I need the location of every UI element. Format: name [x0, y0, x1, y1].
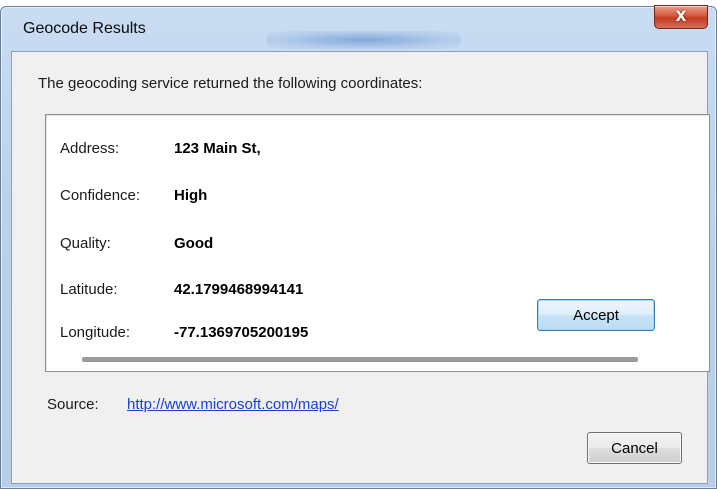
latitude-value: 42.1799468994141 [174, 280, 304, 298]
confidence-label: Confidence: [60, 186, 141, 204]
title-bar[interactable]: Geocode Results X [1, 5, 716, 51]
close-button[interactable]: X [654, 5, 708, 29]
longitude-value: -77.1369705200195 [174, 323, 309, 341]
latitude-label: Latitude: [60, 280, 118, 298]
source-link[interactable]: http://www.microsoft.com/maps/ [127, 396, 339, 413]
window-title: Geocode Results [23, 20, 146, 37]
quality-value: Good [174, 234, 214, 252]
intro-text: The geocoding service returned the follo… [38, 75, 423, 92]
address-label: Address: [60, 139, 120, 157]
source-label: Source: [47, 396, 99, 413]
accept-button[interactable]: Accept [537, 299, 655, 331]
horizontal-scrollbar[interactable] [82, 357, 638, 362]
address-row: Address: 123 Main St, [60, 137, 261, 159]
dialog-body: The geocoding service returned the follo… [11, 51, 710, 484]
latitude-row: Latitude: 42.1799468994141 [60, 278, 303, 300]
cancel-button[interactable]: Cancel [587, 432, 682, 464]
quality-row: Quality: Good [60, 232, 213, 254]
confidence-value: High [174, 186, 208, 204]
title-bar-glow [266, 31, 461, 49]
source-row: Source: http://www.microsoft.com/maps/ [47, 396, 339, 413]
close-icon: X [675, 9, 687, 25]
confidence-row: Confidence: High [60, 184, 207, 206]
longitude-label: Longitude: [60, 323, 131, 341]
address-value: 123 Main St, [174, 139, 261, 157]
longitude-row: Longitude: -77.1369705200195 [60, 321, 308, 343]
results-panel: Address: 123 Main St, Confidence: High Q… [45, 114, 710, 372]
quality-label: Quality: [60, 234, 111, 252]
geocode-results-dialog: Geocode Results X The geocoding service … [0, 5, 717, 489]
